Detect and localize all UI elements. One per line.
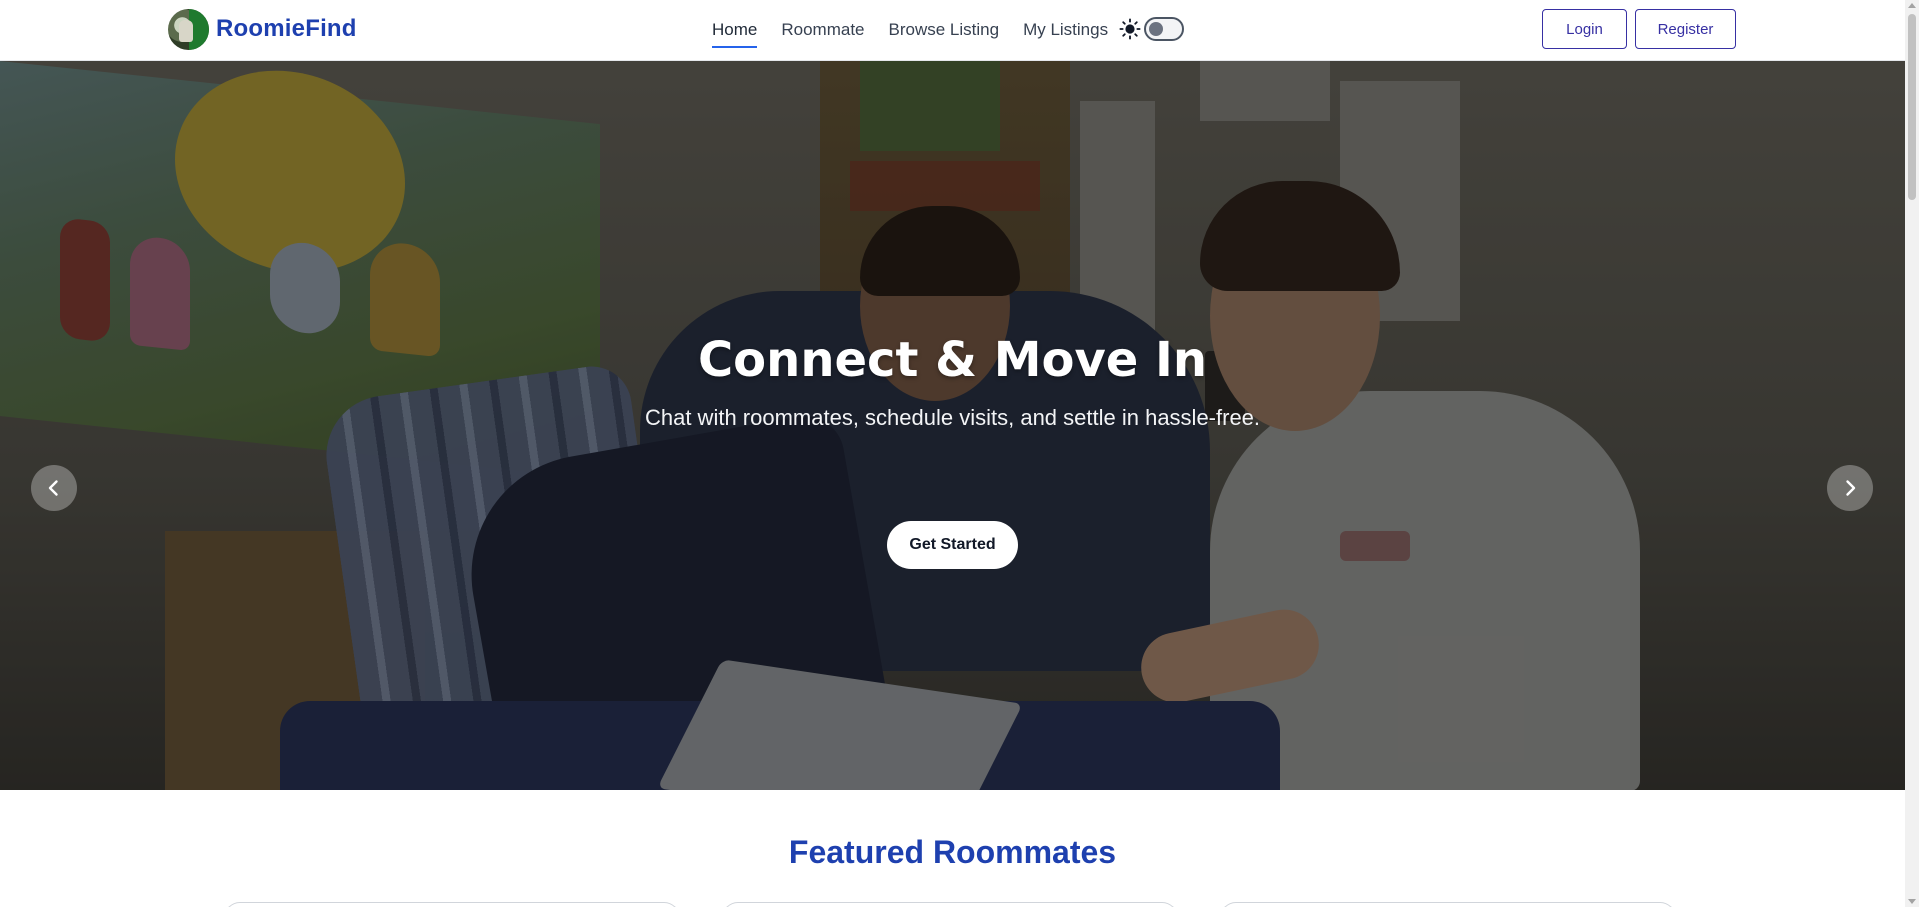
scroll-down-icon[interactable] [1908, 899, 1916, 904]
theme-toggle[interactable] [1119, 17, 1184, 41]
get-started-button[interactable]: Get Started [887, 521, 1018, 569]
nav-item-roommate[interactable]: Roommate [781, 12, 864, 48]
register-button[interactable]: Register [1635, 9, 1736, 49]
top-navbar: RoomieFind Home Roommate Browse Listing … [0, 0, 1905, 61]
brand-link[interactable]: RoomieFind [168, 8, 357, 50]
chevron-left-icon [48, 480, 58, 496]
roomiefind-logo-icon [168, 8, 209, 50]
sun-icon [1119, 18, 1141, 40]
main-nav: Home Roommate Browse Listing My Listings [712, 0, 1108, 60]
login-button[interactable]: Login [1542, 9, 1627, 49]
chevron-right-icon [1846, 480, 1856, 496]
roommate-card[interactable] [722, 902, 1178, 907]
hero-title: Connect & Move In [697, 332, 1208, 388]
brand-name: RoomieFind [216, 15, 357, 42]
roommate-card[interactable] [1220, 902, 1676, 907]
roommate-card[interactable] [224, 902, 680, 907]
hero-subtitle: Chat with roommates, schedule visits, an… [644, 405, 1261, 430]
carousel-prev-button[interactable] [31, 465, 77, 511]
dark-mode-switch[interactable] [1144, 17, 1184, 41]
page-scrollbar[interactable] [1905, 0, 1919, 907]
scrollbar-thumb[interactable] [1908, 14, 1916, 200]
nav-item-home[interactable]: Home [712, 12, 758, 48]
nav-item-my-listings[interactable]: My Listings [1023, 12, 1108, 48]
nav-item-browse-listing[interactable]: Browse Listing [889, 12, 1000, 48]
switch-knob [1149, 22, 1163, 36]
scroll-up-icon[interactable] [1908, 3, 1916, 8]
hero-carousel: Connect & Move In Chat with roommates, s… [0, 61, 1905, 790]
carousel-next-button[interactable] [1827, 465, 1873, 511]
featured-roommates-heading: Featured Roommates [788, 834, 1117, 870]
